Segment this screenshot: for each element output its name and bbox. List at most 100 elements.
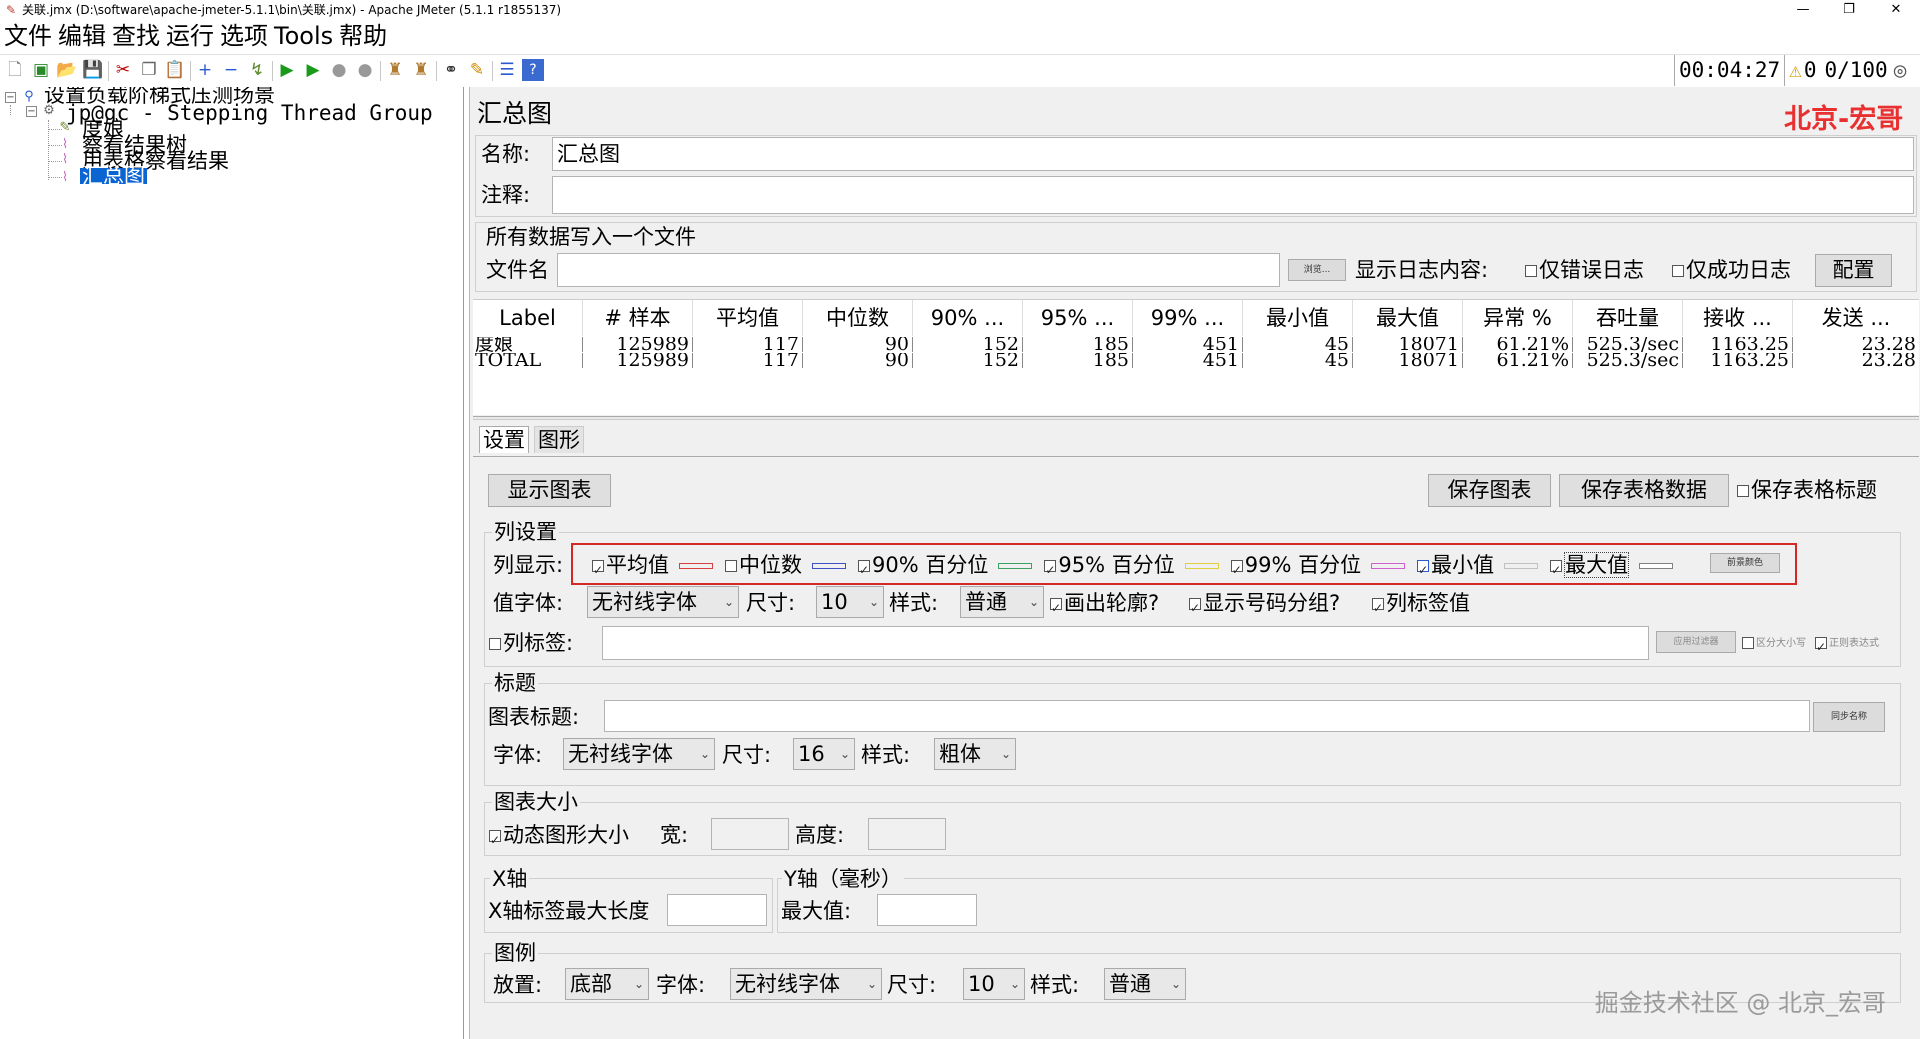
tab-settings[interactable]: 设置 [479,426,529,453]
clear-all-icon[interactable]: ♜ [410,59,432,81]
search-icon[interactable]: ⚭ [440,59,462,81]
menu-options[interactable]: 选项 [220,20,268,52]
function-helper-icon[interactable]: ☰ [496,59,518,81]
column-label-value-checkbox[interactable]: 列标签值 [1372,590,1470,621]
legend-size-label: 尺寸: [887,973,937,997]
menu-run[interactable]: 运行 [166,20,214,52]
show-chart-button[interactable]: 显示图表 [488,474,611,507]
column-label-input[interactable] [602,626,1649,660]
collapse-toggle-icon[interactable]: − [5,92,16,103]
title-size-select[interactable]: 16 ⌄ [793,738,855,770]
cut-icon[interactable]: ✂ [112,59,134,81]
collapse-icon[interactable]: − [220,59,242,81]
menu-file[interactable]: 文件 [4,20,52,52]
filename-input[interactable] [557,253,1280,287]
comment-input[interactable] [552,176,1914,214]
start-no-pause-icon[interactable]: ▶ [302,59,324,81]
name-input[interactable]: 汇总图 [552,137,1914,171]
success-only-checkbox[interactable]: 仅成功日志 [1672,257,1791,283]
height-label: 高度: [795,823,845,847]
stop-icon[interactable]: ● [328,59,350,81]
warning-icon[interactable]: ⚠ [1789,55,1802,86]
menu-help[interactable]: 帮助 [339,20,387,52]
legend-size-value: 10 [968,972,995,996]
column-label-checkbox[interactable]: 列标签: [489,630,573,656]
table-cell: 525.3/sec [1573,353,1683,368]
table-header[interactable]: # 样本 [583,300,693,336]
shutdown-icon[interactable]: ● [354,59,376,81]
title-font-select[interactable]: 无衬线字体 ⌄ [563,738,715,770]
regex-checkbox[interactable]: 正则表达式 [1815,631,1879,660]
toggle-icon[interactable]: ↯ [246,59,268,81]
value-size-select[interactable]: 10 ⌄ [816,586,884,618]
save-icon[interactable]: 💾 [82,59,104,81]
table-header[interactable]: 95% ... [1023,300,1133,336]
test-plan-tree: − ⚲ 设置负载阶梯式压测场景 − ⚙ jp@gc - Stepping Thr… [0,87,464,1039]
width-input[interactable] [711,818,789,850]
xaxis-label-length-input[interactable] [667,894,767,926]
title-section-title: 标题 [492,670,538,696]
regex-label: 正则表达式 [1829,638,1879,649]
table-header[interactable]: 接收 ... [1683,300,1793,336]
new-icon[interactable]: 🗋 [4,59,26,81]
save-table-button[interactable]: 保存表格数据 [1559,474,1729,507]
configure-button[interactable]: 配置 [1815,254,1892,287]
table-header[interactable]: 最大值 [1353,300,1463,336]
clear-icon[interactable]: ♜ [384,59,406,81]
legend-style-select[interactable]: 普通 ⌄ [1104,968,1186,1000]
value-font-select[interactable]: 无衬线字体 ⌄ [587,586,739,618]
apply-filter-button[interactable]: 应用过滤器 [1656,631,1736,653]
tree-item-aggregate-graph[interactable]: 汇总图 [80,166,147,187]
save-chart-button[interactable]: 保存图表 [1428,474,1551,507]
draw-outline-checkbox[interactable]: 画出轮廓? [1050,590,1159,621]
title-style-select[interactable]: 粗体 ⌄ [934,738,1016,770]
table-header[interactable]: 99% ... [1133,300,1243,336]
title-size-value: 16 [798,742,825,766]
tab-graph[interactable]: 图形 [534,426,584,453]
chart-title-input[interactable] [604,700,1810,732]
templates-icon[interactable]: ▣ [30,59,52,81]
save-table-header-checkbox[interactable]: 保存表格标题 [1737,477,1877,503]
chevron-down-icon: ⌄ [1028,595,1039,609]
show-grouping-checkbox[interactable]: 显示号码分组? [1189,590,1340,621]
table-header[interactable]: 平均值 [693,300,803,336]
table-cell: 61.21% [1463,337,1573,352]
legend-font-select[interactable]: 无衬线字体 ⌄ [730,968,882,1000]
height-input[interactable] [868,818,946,850]
placement-select[interactable]: 底部 ⌄ [565,968,649,1000]
open-icon[interactable]: 📂 [56,59,78,81]
table-header[interactable]: 发送 ... [1793,300,1919,336]
sync-name-button[interactable]: 同步名称 [1813,702,1885,732]
legend-size-select[interactable]: 10 ⌄ [963,968,1025,1000]
table-header[interactable]: Label [473,300,583,336]
browse-button[interactable]: 浏览... [1288,259,1346,281]
reset-search-icon[interactable]: ✎ [466,59,488,81]
minimize-button[interactable]: — [1780,0,1826,20]
dynamic-size-checkbox[interactable]: 动态图形大小 [489,822,629,853]
start-icon[interactable]: ▶ [276,59,298,81]
menu-edit[interactable]: 编辑 [58,20,106,52]
errors-only-checkbox[interactable]: 仅错误日志 [1525,257,1644,283]
close-button[interactable]: ✕ [1873,0,1919,20]
results-table: Label # 样本 平均值 中位数 90% ... 95% ... 99% .… [473,299,1919,415]
help-icon[interactable]: ? [522,59,544,81]
table-header[interactable]: 中位数 [803,300,913,336]
table-header[interactable]: 异常 % [1463,300,1573,336]
menu-tools[interactable]: Tools [274,20,333,52]
case-sensitive-checkbox[interactable]: 区分大小写 [1742,631,1806,657]
file-section-title: 所有数据写入一个文件 [486,225,696,249]
menu-search[interactable]: 查找 [112,20,160,52]
table-cell: 90 [803,337,913,352]
split-divider[interactable] [473,416,1919,420]
table-header[interactable]: 最小值 [1243,300,1353,336]
value-style-select[interactable]: 普通 ⌄ [960,586,1044,618]
maximize-button[interactable]: ❐ [1826,0,1872,20]
copy-icon[interactable]: ❐ [138,59,160,81]
paste-icon[interactable]: 📋 [164,59,186,81]
collapse-toggle-icon[interactable]: − [26,106,37,117]
table-cell: 18071 [1353,353,1463,368]
table-header[interactable]: 90% ... [913,300,1023,336]
expand-icon[interactable]: + [194,59,216,81]
table-header[interactable]: 吞吐量 [1573,300,1683,336]
ymax-input[interactable] [877,894,977,926]
